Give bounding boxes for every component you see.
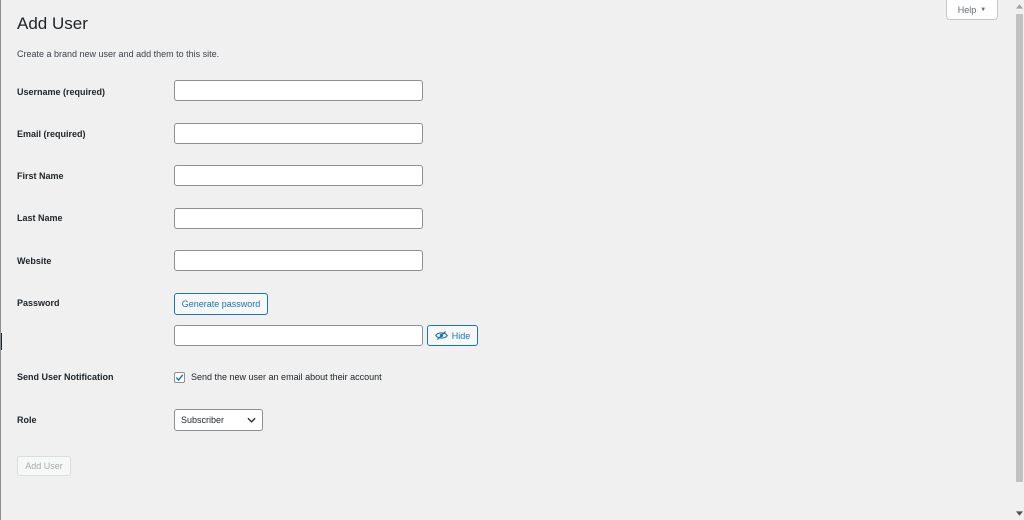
password-input[interactable]: [174, 325, 423, 346]
add-user-button[interactable]: Add User: [17, 456, 71, 476]
help-button-label: Help: [957, 4, 977, 15]
left-edge-marker: [1, 333, 2, 350]
username-required-text: (required): [63, 87, 106, 97]
first-name-label: First Name: [17, 171, 64, 181]
email-label-text: Email: [17, 129, 42, 139]
hide-password-button[interactable]: Hide: [427, 325, 478, 346]
email-required-text: (required): [43, 129, 86, 139]
notification-label: Send User Notification: [17, 372, 114, 382]
scroll-down-icon[interactable]: [1016, 511, 1023, 517]
website-label: Website: [17, 256, 52, 266]
help-button[interactable]: Help ▼: [946, 0, 998, 20]
caret-down-icon: ▼: [980, 6, 987, 13]
username-label: Username (required): [17, 87, 105, 97]
hide-button-label: Hide: [451, 330, 471, 341]
password-label: Password: [17, 298, 60, 308]
first-name-input[interactable]: [174, 165, 423, 186]
page-title: Add User: [17, 14, 88, 33]
role-label: Role: [17, 415, 37, 425]
chevron-down-icon: [247, 417, 256, 423]
role-select[interactable]: Subscriber: [174, 409, 263, 431]
username-label-text: Username: [17, 87, 61, 97]
add-user-page: Add User Create a brand new user and add…: [0, 0, 1024, 520]
scroll-up-icon[interactable]: [1016, 3, 1023, 9]
email-label: Email (required): [17, 129, 86, 139]
role-selected-value: Subscriber: [181, 415, 225, 425]
website-input[interactable]: [174, 250, 423, 271]
vertical-scrollbar[interactable]: [1014, 0, 1024, 520]
checkmark-icon: [175, 374, 184, 382]
last-name-input[interactable]: [174, 208, 423, 229]
page-description: Create a brand new user and add them to …: [17, 49, 220, 59]
email-input[interactable]: [174, 123, 423, 144]
scrollbar-thumb[interactable]: [1016, 14, 1023, 482]
generate-password-button[interactable]: Generate password: [174, 293, 268, 315]
notification-checkbox-label[interactable]: Send the new user an email about their a…: [191, 372, 382, 382]
username-input[interactable]: [174, 80, 423, 101]
last-name-label: Last Name: [17, 213, 63, 223]
eye-slash-icon: [434, 331, 448, 340]
notification-checkbox[interactable]: [174, 372, 185, 383]
